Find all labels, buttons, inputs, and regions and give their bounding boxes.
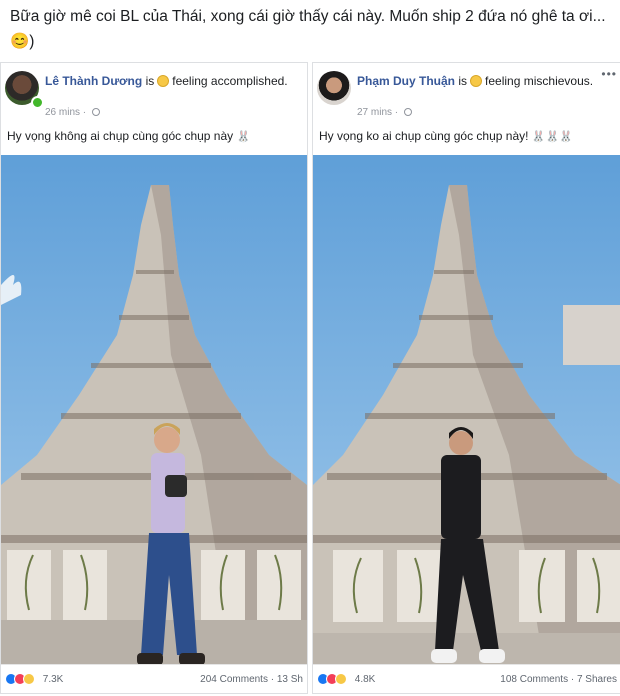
timestamp[interactable]: 26 mins xyxy=(45,107,80,118)
post-photo[interactable] xyxy=(313,155,620,693)
reactions[interactable]: 4.8K xyxy=(317,673,375,685)
author-name[interactable]: Lê Thành Dương xyxy=(45,74,142,88)
avatar[interactable] xyxy=(317,71,351,105)
author-name[interactable]: Phạm Duy Thuận xyxy=(357,74,455,88)
feeling-text: feeling accomplished. xyxy=(172,74,288,88)
shares-link[interactable]: 13 Sh xyxy=(277,674,303,685)
post-stats: 204 Comments · 13 Sh xyxy=(200,674,303,685)
post-footer: 7.3K 204 Comments · 13 Sh xyxy=(1,664,307,693)
online-status-icon xyxy=(31,96,44,109)
post-text: Hy vọng không ai chụp cùng góc chụp này … xyxy=(7,129,250,143)
post-stats: 108 Comments · 7 Shares xyxy=(500,674,617,685)
shared-post-right: Phạm Duy Thuận is feeling mischievous. 27… xyxy=(312,62,620,694)
post-text: Hy vọng ko ai chụp cùng góc chụp này! 🐰🐰… xyxy=(319,129,573,143)
reaction-count[interactable]: 7.3K xyxy=(43,674,64,685)
post-caption: Bữa giờ mê coi BL của Thái, xong cái giờ… xyxy=(10,8,606,50)
post-header: Lê Thành Dương is feeling accomplished. 2… xyxy=(5,69,303,119)
globe-icon xyxy=(91,108,100,116)
comments-link[interactable]: 204 Comments xyxy=(200,674,268,685)
timestamp[interactable]: 27 mins xyxy=(357,107,392,118)
temple-photo-illustration xyxy=(313,155,620,693)
is-text: is xyxy=(145,74,155,88)
feeling-text: feeling mischievous. xyxy=(485,74,594,88)
feeling-emoji-icon xyxy=(157,75,170,87)
reactions[interactable]: 7.3K xyxy=(5,673,63,685)
post-text-content: Hy vọng ko ai chụp cùng góc chụp này! xyxy=(319,129,529,143)
bunny-emoji-icon: 🐰 xyxy=(236,131,251,143)
more-options-icon[interactable]: ••• xyxy=(601,67,617,81)
bunny-emoji-icon: 🐰🐰🐰 xyxy=(531,131,573,143)
comments-link[interactable]: 108 Comments xyxy=(500,674,568,685)
author-line: Phạm Duy Thuận is feeling mischievous. xyxy=(357,73,603,89)
post-meta: 26 mins · xyxy=(45,107,100,118)
post-meta: 27 mins · xyxy=(357,107,412,118)
shares-link[interactable]: 7 Shares xyxy=(577,674,617,685)
post-footer: 4.8K 108 Comments · 7 Shares xyxy=(313,664,620,693)
haha-icon xyxy=(335,673,347,685)
haha-icon xyxy=(23,673,35,685)
feeling-emoji-icon xyxy=(470,75,483,87)
post-photo[interactable] xyxy=(1,155,307,693)
author-line: Lê Thành Dương is feeling accomplished. xyxy=(45,73,289,89)
post-text-content: Hy vọng không ai chụp cùng góc chụp này xyxy=(7,129,234,143)
post-header: Phạm Duy Thuận is feeling mischievous. 27… xyxy=(317,67,617,119)
shared-post-left: Lê Thành Dương is feeling accomplished. 2… xyxy=(0,62,308,694)
temple-photo-illustration xyxy=(1,155,307,693)
is-text: is xyxy=(458,74,468,88)
reaction-count[interactable]: 4.8K xyxy=(355,674,376,685)
globe-icon xyxy=(403,108,412,116)
